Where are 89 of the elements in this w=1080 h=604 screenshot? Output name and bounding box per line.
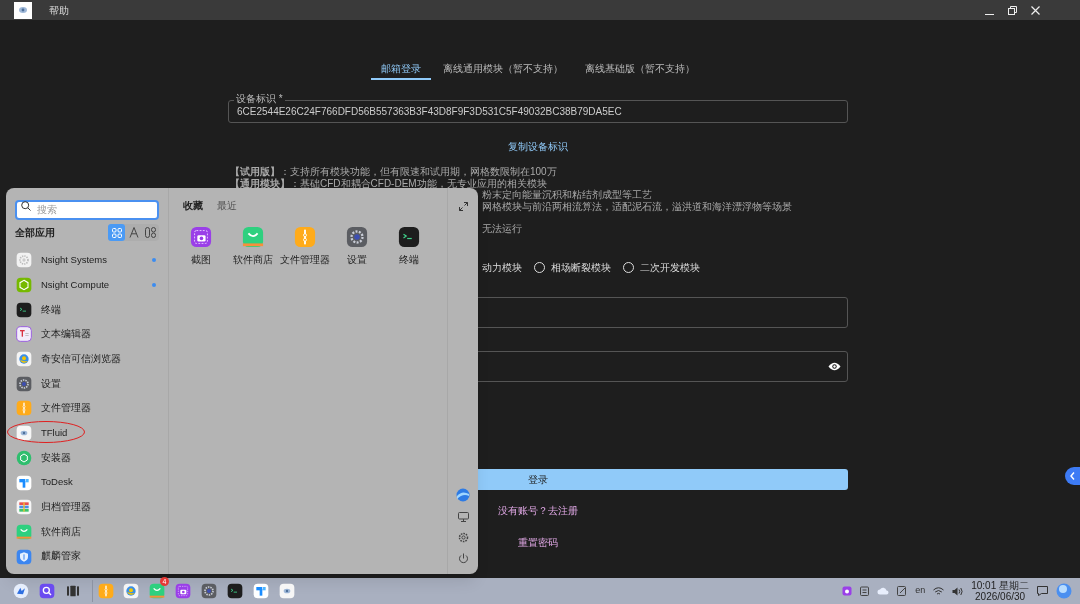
- volume-icon[interactable]: [952, 586, 964, 596]
- copy-device-id-link[interactable]: 复制设备标识: [508, 139, 568, 154]
- zipper-icon: [294, 226, 317, 248]
- expand-icon[interactable]: [458, 202, 468, 211]
- globe-icon: [123, 583, 139, 599]
- app-list-item[interactable]: 软件商店: [15, 519, 160, 545]
- globe-icon[interactable]: [456, 488, 471, 502]
- bird-icon: [13, 583, 29, 599]
- module-radio[interactable]: 二次开发模块: [623, 260, 700, 275]
- gear-icon: [16, 252, 32, 269]
- tab[interactable]: 邮箱登录: [371, 58, 431, 80]
- search-icon: [21, 201, 31, 211]
- field-label: 设备标识 *: [234, 93, 285, 104]
- tab[interactable]: 离线通用模块（暂不支持）: [433, 58, 573, 80]
- shopping-bag-icon: [242, 226, 265, 248]
- app-list-item[interactable]: 终端: [15, 297, 160, 323]
- app-list-item[interactable]: 奇安信可信浏览器: [15, 346, 160, 372]
- register-link[interactable]: 没有账号？去注册: [498, 502, 578, 518]
- menu-tab[interactable]: 最近: [217, 198, 238, 213]
- module-radio[interactable]: 相场断裂模块: [534, 260, 611, 275]
- archive-icon: [16, 499, 32, 516]
- terminal-icon: [16, 301, 32, 318]
- wifi-icon[interactable]: [933, 586, 945, 596]
- favorite-app[interactable]: 终端: [385, 226, 434, 267]
- info-text: 无法运行: [482, 223, 522, 235]
- input-method-indicator[interactable]: en: [915, 584, 926, 598]
- clipboard-icon[interactable]: [860, 586, 870, 596]
- app-list-item[interactable]: Nsight Compute: [15, 272, 160, 298]
- close-icon[interactable]: [1031, 5, 1040, 15]
- favorite-app[interactable]: 设置: [333, 226, 382, 267]
- clock[interactable]: 10:01 星期二 2026/06/30: [971, 580, 1029, 602]
- menu-tab[interactable]: 收藏: [183, 198, 204, 213]
- favorite-app[interactable]: 软件商店: [229, 226, 278, 267]
- app-list-item[interactable]: ToDesk: [15, 470, 160, 495]
- terminal-icon: [227, 583, 243, 599]
- letter-a-icon: [128, 227, 139, 238]
- info-text: 【试用版】：支持所有模块功能，但有限速和试用期，网格数限制在100万: [230, 166, 557, 178]
- globe-icon: [16, 351, 32, 368]
- monitor-icon[interactable]: [457, 512, 469, 522]
- box-icon: [16, 449, 32, 466]
- gear-icon: [346, 226, 369, 248]
- app-list-item[interactable]: Nsight Systems: [15, 248, 160, 273]
- all-apps-heading: 全部应用: [15, 226, 55, 240]
- app-list-item[interactable]: 文件管理器: [15, 396, 160, 421]
- window-icon: [16, 474, 32, 491]
- message-icon[interactable]: [1037, 586, 1048, 596]
- shopping-bag-icon: [149, 583, 165, 599]
- info-text: 网格模块与前沿两相流算法，适配泥石流，溢洪道和海洋漂浮物等场景: [482, 200, 792, 212]
- zipper-icon: [97, 583, 114, 599]
- eye-icon[interactable]: [828, 361, 841, 371]
- chevron-left-icon: [1070, 472, 1075, 480]
- gear-icon: [201, 583, 217, 599]
- app-list-item[interactable]: 安装器: [15, 445, 160, 471]
- favorite-app[interactable]: 文件管理器: [281, 226, 330, 267]
- app-list-item[interactable]: 归档管理器: [15, 494, 160, 520]
- grid-icon: [111, 227, 122, 238]
- app-list-item[interactable]: 设置: [15, 371, 160, 397]
- cube-icon: [16, 277, 32, 294]
- restore-icon[interactable]: [1008, 5, 1017, 15]
- app-list-item[interactable]: 文本编辑器: [15, 322, 160, 347]
- module-label[interactable]: 动力模块: [482, 260, 522, 275]
- shield-icon: [16, 548, 32, 565]
- search-field[interactable]: 搜索: [15, 199, 160, 220]
- app-logo: [14, 1, 32, 19]
- document-icon: [16, 326, 32, 343]
- category-icon: [145, 227, 157, 238]
- power-icon[interactable]: [457, 553, 469, 564]
- tab[interactable]: 离线基础版（暂不支持）: [575, 58, 705, 80]
- info-text: 【通用模块】：基础CFD和耦合CFD-DEM功能，无专业应用的相关模块: [230, 177, 547, 189]
- zipper-icon: [16, 400, 32, 417]
- app-list-item[interactable]: TFluid: [15, 420, 160, 446]
- shopping-bag-icon: [16, 523, 32, 540]
- help-menu[interactable]: 帮助: [49, 2, 69, 18]
- multitask-icon: [65, 583, 81, 599]
- favorite-app[interactable]: 截图: [177, 226, 226, 267]
- window-icon: [253, 583, 269, 599]
- camera-icon: [190, 226, 213, 248]
- terminal-icon: [398, 226, 421, 248]
- view-mode-button[interactable]: [108, 224, 126, 241]
- app-list-item[interactable]: 麒麟管家: [15, 544, 160, 569]
- note-icon[interactable]: [897, 586, 908, 596]
- camera-icon[interactable]: [842, 586, 853, 596]
- gear-icon: [16, 375, 32, 392]
- settings-icon[interactable]: [457, 532, 469, 543]
- info-text: 粉末定向能量沉积和粘结剂成型等工艺: [482, 189, 652, 201]
- camera-icon: [175, 583, 191, 599]
- reset-password-link[interactable]: 重置密码: [518, 534, 558, 550]
- sidebar-toggle[interactable]: [1065, 467, 1080, 485]
- search-icon: [39, 583, 55, 599]
